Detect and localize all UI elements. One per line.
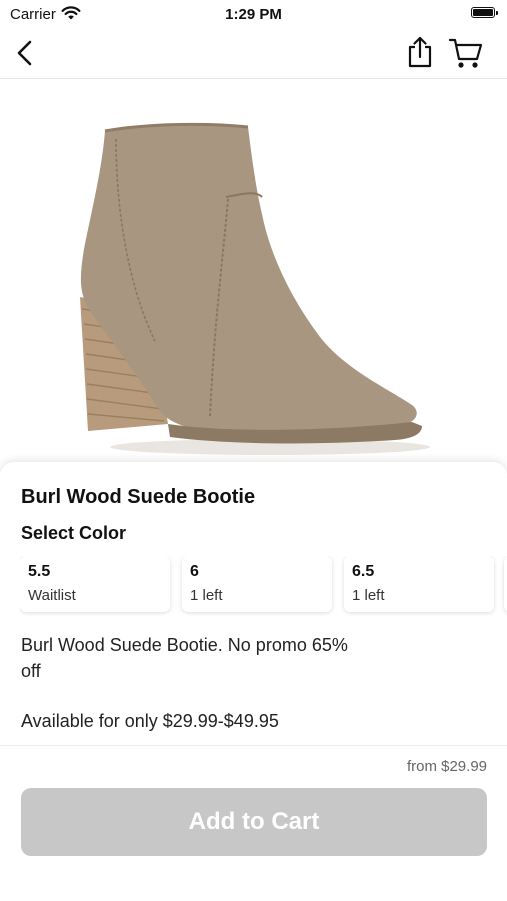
product-title: Burl Wood Suede Bootie: [21, 486, 256, 508]
chevron-left-icon[interactable]: [12, 38, 40, 68]
nav-bar: [0, 28, 507, 79]
share-icon[interactable]: [404, 35, 436, 69]
size-option[interactable]: 5.5 Waitlist: [20, 556, 170, 612]
from-price: from $29.99: [406, 758, 487, 775]
size-stock-status: Waitlist: [28, 587, 76, 604]
clock: 1:29 PM: [225, 6, 282, 23]
product-description: Burl Wood Suede Bootie. No promo 65% off: [21, 635, 348, 681]
status-bar: Carrier 1:29 PM: [0, 0, 507, 28]
size-stock-status: 1 left: [352, 587, 385, 604]
ankle-bootie-image: [0, 79, 507, 469]
cart-icon[interactable]: [448, 36, 484, 70]
select-color-label: Select Color: [21, 523, 127, 543]
size-stock-status: 1 left: [190, 587, 223, 604]
size-value: 6.5: [352, 563, 375, 580]
size-selector: 5.5 Waitlist 6 1 left 6.5 1 left: [20, 556, 507, 616]
purchase-bar: from $29.99 Add to Cart: [0, 745, 507, 901]
battery-icon: [471, 7, 498, 18]
size-value: 5.5: [28, 563, 51, 580]
add-to-cart-button[interactable]: Add to Cart: [21, 788, 487, 856]
size-option[interactable]: 6 1 left: [182, 556, 332, 612]
size-option[interactable]: 6.5 1 left: [344, 556, 494, 612]
price-range: Available for only $29.99-$49.95: [21, 711, 279, 731]
size-value: 6: [190, 563, 199, 580]
